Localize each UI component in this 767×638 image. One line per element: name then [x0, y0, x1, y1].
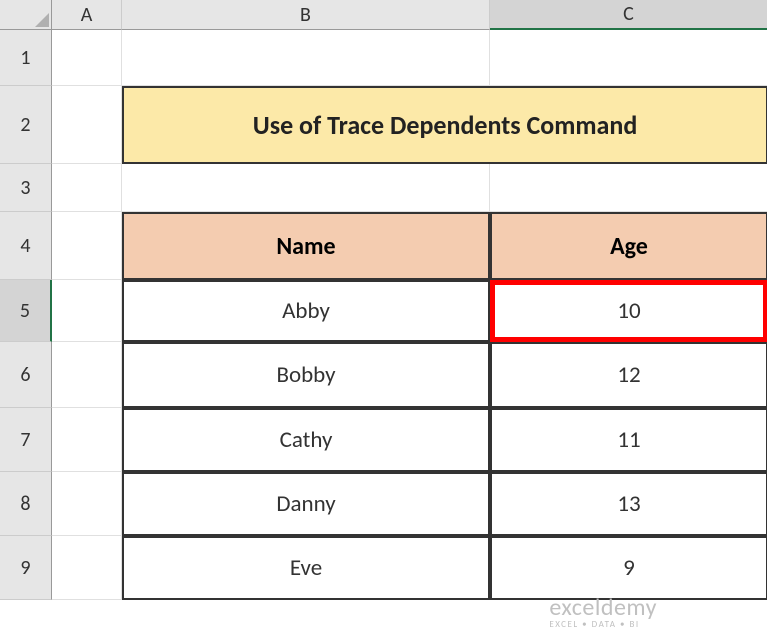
cell-c1[interactable]	[490, 30, 767, 86]
row-header-3[interactable]: 3	[0, 164, 52, 212]
table-row[interactable]: 9	[490, 536, 767, 600]
cell-b3[interactable]	[122, 164, 490, 212]
cell-value: 10	[617, 297, 640, 325]
cell-b1[interactable]	[122, 30, 490, 86]
cell-a6[interactable]	[52, 342, 122, 408]
row-header-5[interactable]: 5	[0, 280, 52, 342]
table-row[interactable]: Bobby	[122, 342, 490, 408]
table-header-age[interactable]: Age	[490, 212, 767, 280]
cell-a3[interactable]	[52, 164, 122, 212]
col-header-b[interactable]: B	[122, 0, 490, 30]
title-cell[interactable]: Use of Trace Dependents Command	[122, 86, 767, 164]
cell-a4[interactable]	[52, 212, 122, 280]
col-header-c[interactable]: C	[490, 0, 767, 30]
table-row[interactable]: Eve	[122, 536, 490, 600]
watermark: exceldemy EXCEL • DATA • BI	[549, 593, 657, 630]
cell-a7[interactable]	[52, 408, 122, 472]
select-all-corner[interactable]	[0, 0, 52, 30]
cell-a8[interactable]	[52, 472, 122, 536]
row-header-1[interactable]: 1	[0, 30, 52, 86]
row-header-2[interactable]: 2	[0, 86, 52, 164]
table-row[interactable]: 13	[490, 472, 767, 536]
row-header-7[interactable]: 7	[0, 408, 52, 472]
table-row[interactable]: 12	[490, 342, 767, 408]
table-row[interactable]: Abby	[122, 280, 490, 342]
cell-a5[interactable]	[52, 280, 122, 342]
row-header-6[interactable]: 6	[0, 342, 52, 408]
table-row[interactable]: 11	[490, 408, 767, 472]
spreadsheet-grid: A B C 1 2 Use of Trace Dependents Comman…	[0, 0, 767, 600]
row-header-4[interactable]: 4	[0, 212, 52, 280]
watermark-main: exceldemy	[549, 593, 657, 622]
row-header-8[interactable]: 8	[0, 472, 52, 536]
table-row[interactable]: Cathy	[122, 408, 490, 472]
col-header-a[interactable]: A	[52, 0, 122, 30]
table-row[interactable]: 10	[490, 280, 767, 342]
cell-a1[interactable]	[52, 30, 122, 86]
cell-a2[interactable]	[52, 86, 122, 164]
table-header-name[interactable]: Name	[122, 212, 490, 280]
row-header-9[interactable]: 9	[0, 536, 52, 600]
cell-c3[interactable]	[490, 164, 767, 212]
table-row[interactable]: Danny	[122, 472, 490, 536]
cell-a9[interactable]	[52, 536, 122, 600]
